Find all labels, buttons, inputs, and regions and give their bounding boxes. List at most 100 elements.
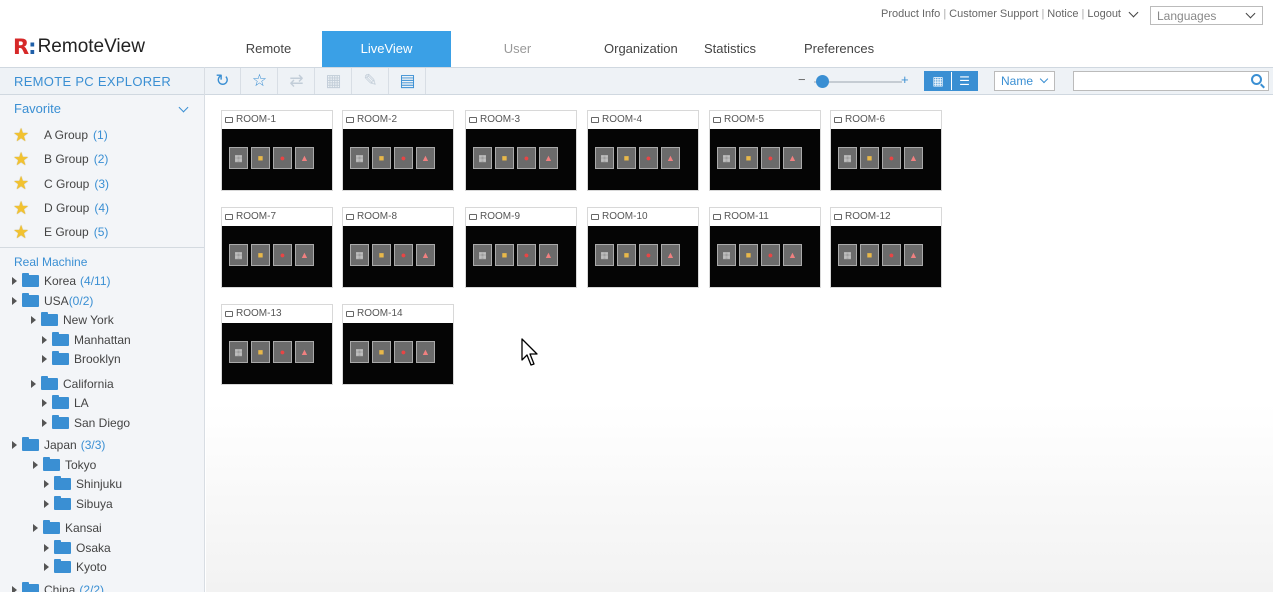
- tab-statistics[interactable]: Statistics: [676, 31, 784, 67]
- expand-arrow-icon[interactable]: [42, 355, 47, 364]
- room-screen-thumbnail[interactable]: ▦ ■ ● ▲: [831, 129, 941, 190]
- logout-link[interactable]: Logout: [1084, 8, 1124, 20]
- expand-arrow-icon[interactable]: [33, 524, 38, 533]
- tree-item-shinjuku[interactable]: Shinjuku: [0, 474, 204, 494]
- expand-arrow-icon[interactable]: [12, 441, 17, 450]
- notice-link[interactable]: Notice: [1044, 8, 1081, 20]
- swap-icon[interactable]: ⇄: [279, 68, 315, 94]
- tree-item-brooklyn[interactable]: Brooklyn: [0, 349, 204, 369]
- tree-item-california[interactable]: California: [0, 374, 204, 394]
- tree-item-osaka[interactable]: Osaka: [0, 538, 204, 558]
- favorite-item-d[interactable]: ★ D Group (4): [0, 196, 204, 220]
- room-card[interactable]: ROOM-9 ▦ ■ ● ▲: [465, 207, 577, 288]
- room-card[interactable]: ROOM-6 ▦ ■ ● ▲: [830, 110, 942, 191]
- room-screen-thumbnail[interactable]: ▦ ■ ● ▲: [222, 323, 332, 384]
- room-card[interactable]: ROOM-13 ▦ ■ ● ▲: [221, 304, 333, 385]
- tab-remote-pc[interactable]: Remote PC: [215, 31, 322, 92]
- list-view-icon[interactable]: ☰: [950, 72, 977, 90]
- room-card[interactable]: ROOM-14 ▦ ■ ● ▲: [342, 304, 454, 385]
- room-screen-thumbnail[interactable]: ▦ ■ ● ▲: [343, 129, 453, 190]
- favorite-item-a[interactable]: ★ A Group (1): [0, 123, 204, 147]
- zoom-slider-handle[interactable]: [816, 75, 830, 88]
- tree-item-kansai[interactable]: Kansai: [0, 518, 204, 538]
- expand-arrow-icon[interactable]: [42, 418, 47, 427]
- favorite-item-c[interactable]: ★ C Group (3): [0, 172, 204, 196]
- tree-item-japan[interactable]: Japan (3/3): [0, 435, 204, 455]
- notes-icon[interactable]: ▤: [390, 68, 426, 94]
- top-links: Product Info | Customer Support | Notice | …: [878, 7, 1139, 20]
- chevron-down-icon[interactable]: [1128, 7, 1139, 18]
- tree-item-tokyo[interactable]: Tokyo: [0, 455, 204, 475]
- tree-item-la[interactable]: LA: [0, 393, 204, 413]
- tree-item-san-diego[interactable]: San Diego: [0, 413, 204, 433]
- tab-user-management[interactable]: User Management: [451, 31, 584, 92]
- room-card[interactable]: ROOM-11 ▦ ■ ● ▲: [709, 207, 821, 288]
- favorite-item-e[interactable]: ★ E Group (5): [0, 220, 204, 244]
- room-screen-thumbnail[interactable]: ▦ ■ ● ▲: [466, 226, 576, 287]
- room-screen-thumbnail[interactable]: ▦ ■ ● ▲: [710, 226, 820, 287]
- delete-icon[interactable]: ▦: [316, 68, 352, 94]
- expand-arrow-icon[interactable]: [44, 563, 49, 572]
- room-card[interactable]: ROOM-8 ▦ ■ ● ▲: [342, 207, 454, 288]
- screen-tile-icon: ▦: [595, 244, 614, 266]
- expand-arrow-icon[interactable]: [12, 277, 17, 286]
- room-screen-thumbnail[interactable]: ▦ ■ ● ▲: [588, 226, 698, 287]
- languages-label: Languages: [1157, 9, 1217, 23]
- tree-item-new-york[interactable]: New York: [0, 310, 204, 330]
- chevron-down-icon[interactable]: [178, 102, 189, 113]
- search-input[interactable]: [1074, 72, 1244, 90]
- tree-item-sibuya[interactable]: Sibuya: [0, 494, 204, 514]
- room-screen-thumbnail[interactable]: ▦ ■ ● ▲: [222, 226, 332, 287]
- room-screen-thumbnail[interactable]: ▦ ■ ● ▲: [466, 129, 576, 190]
- expand-arrow-icon[interactable]: [31, 316, 36, 325]
- expand-arrow-icon[interactable]: [44, 499, 49, 508]
- room-card[interactable]: ROOM-5 ▦ ■ ● ▲: [709, 110, 821, 191]
- refresh-icon[interactable]: ↻: [205, 68, 241, 94]
- zoom-in-icon[interactable]: +: [901, 72, 909, 87]
- room-card[interactable]: ROOM-4 ▦ ■ ● ▲: [587, 110, 699, 191]
- room-screen-thumbnail[interactable]: ▦ ■ ● ▲: [343, 323, 453, 384]
- expand-arrow-icon[interactable]: [44, 543, 49, 552]
- expand-arrow-icon[interactable]: [12, 296, 17, 305]
- tab-liveview[interactable]: LiveView: [322, 31, 451, 67]
- grid-view-icon[interactable]: ▦: [925, 72, 951, 90]
- folder-icon: [54, 495, 71, 510]
- favorite-item-b[interactable]: ★ B Group (2): [0, 147, 204, 171]
- room-screen-thumbnail[interactable]: ▦ ■ ● ▲: [343, 226, 453, 287]
- room-name: ROOM-11: [724, 211, 769, 222]
- tree-item-usa[interactable]: USA (0/2): [0, 291, 204, 311]
- expand-arrow-icon[interactable]: [42, 399, 47, 408]
- room-card[interactable]: ROOM-2 ▦ ■ ● ▲: [342, 110, 454, 191]
- tree-item-china[interactable]: China (2/2): [0, 580, 204, 592]
- languages-select[interactable]: Languages: [1150, 6, 1263, 25]
- tree-item-manhattan[interactable]: Manhattan: [0, 330, 204, 350]
- room-card[interactable]: ROOM-7 ▦ ■ ● ▲: [221, 207, 333, 288]
- zoom-out-icon[interactable]: −: [798, 72, 806, 87]
- room-screen-thumbnail[interactable]: ▦ ■ ● ▲: [588, 129, 698, 190]
- tab-preferences[interactable]: Preferences: [784, 31, 874, 67]
- room-screen-thumbnail[interactable]: ▦ ■ ● ▲: [831, 226, 941, 287]
- room-card[interactable]: ROOM-3 ▦ ■ ● ▲: [465, 110, 577, 191]
- tab-organization[interactable]: Organization: [584, 31, 678, 67]
- sort-select[interactable]: Name: [994, 71, 1055, 91]
- favorite-header[interactable]: Favorite: [0, 95, 204, 123]
- liveview-toolbar: ↻ ☆ ⇄ ▦ ✎ ▤ − + ▦ ☰ Name: [205, 67, 1273, 95]
- search-icon[interactable]: [1251, 74, 1262, 85]
- customer-support-link[interactable]: Customer Support: [946, 8, 1041, 20]
- room-card[interactable]: ROOM-12 ▦ ■ ● ▲: [830, 207, 942, 288]
- room-screen-thumbnail[interactable]: ▦ ■ ● ▲: [222, 129, 332, 190]
- room-card[interactable]: ROOM-10 ▦ ■ ● ▲: [587, 207, 699, 288]
- product-info-link[interactable]: Product Info: [878, 8, 943, 20]
- room-screen-thumbnail[interactable]: ▦ ■ ● ▲: [710, 129, 820, 190]
- logo[interactable]: R: RemoteView: [13, 35, 145, 59]
- expand-arrow-icon[interactable]: [12, 585, 17, 592]
- expand-arrow-icon[interactable]: [31, 379, 36, 388]
- expand-arrow-icon[interactable]: [42, 335, 47, 344]
- room-card[interactable]: ROOM-1 ▦ ■ ● ▲: [221, 110, 333, 191]
- expand-arrow-icon[interactable]: [33, 460, 38, 469]
- tree-item-kyoto[interactable]: Kyoto: [0, 557, 204, 577]
- tree-item-korea[interactable]: Korea (4/11): [0, 271, 204, 291]
- edit-icon[interactable]: ✎: [353, 68, 389, 94]
- expand-arrow-icon[interactable]: [44, 480, 49, 489]
- star-add-icon[interactable]: ☆: [242, 68, 278, 94]
